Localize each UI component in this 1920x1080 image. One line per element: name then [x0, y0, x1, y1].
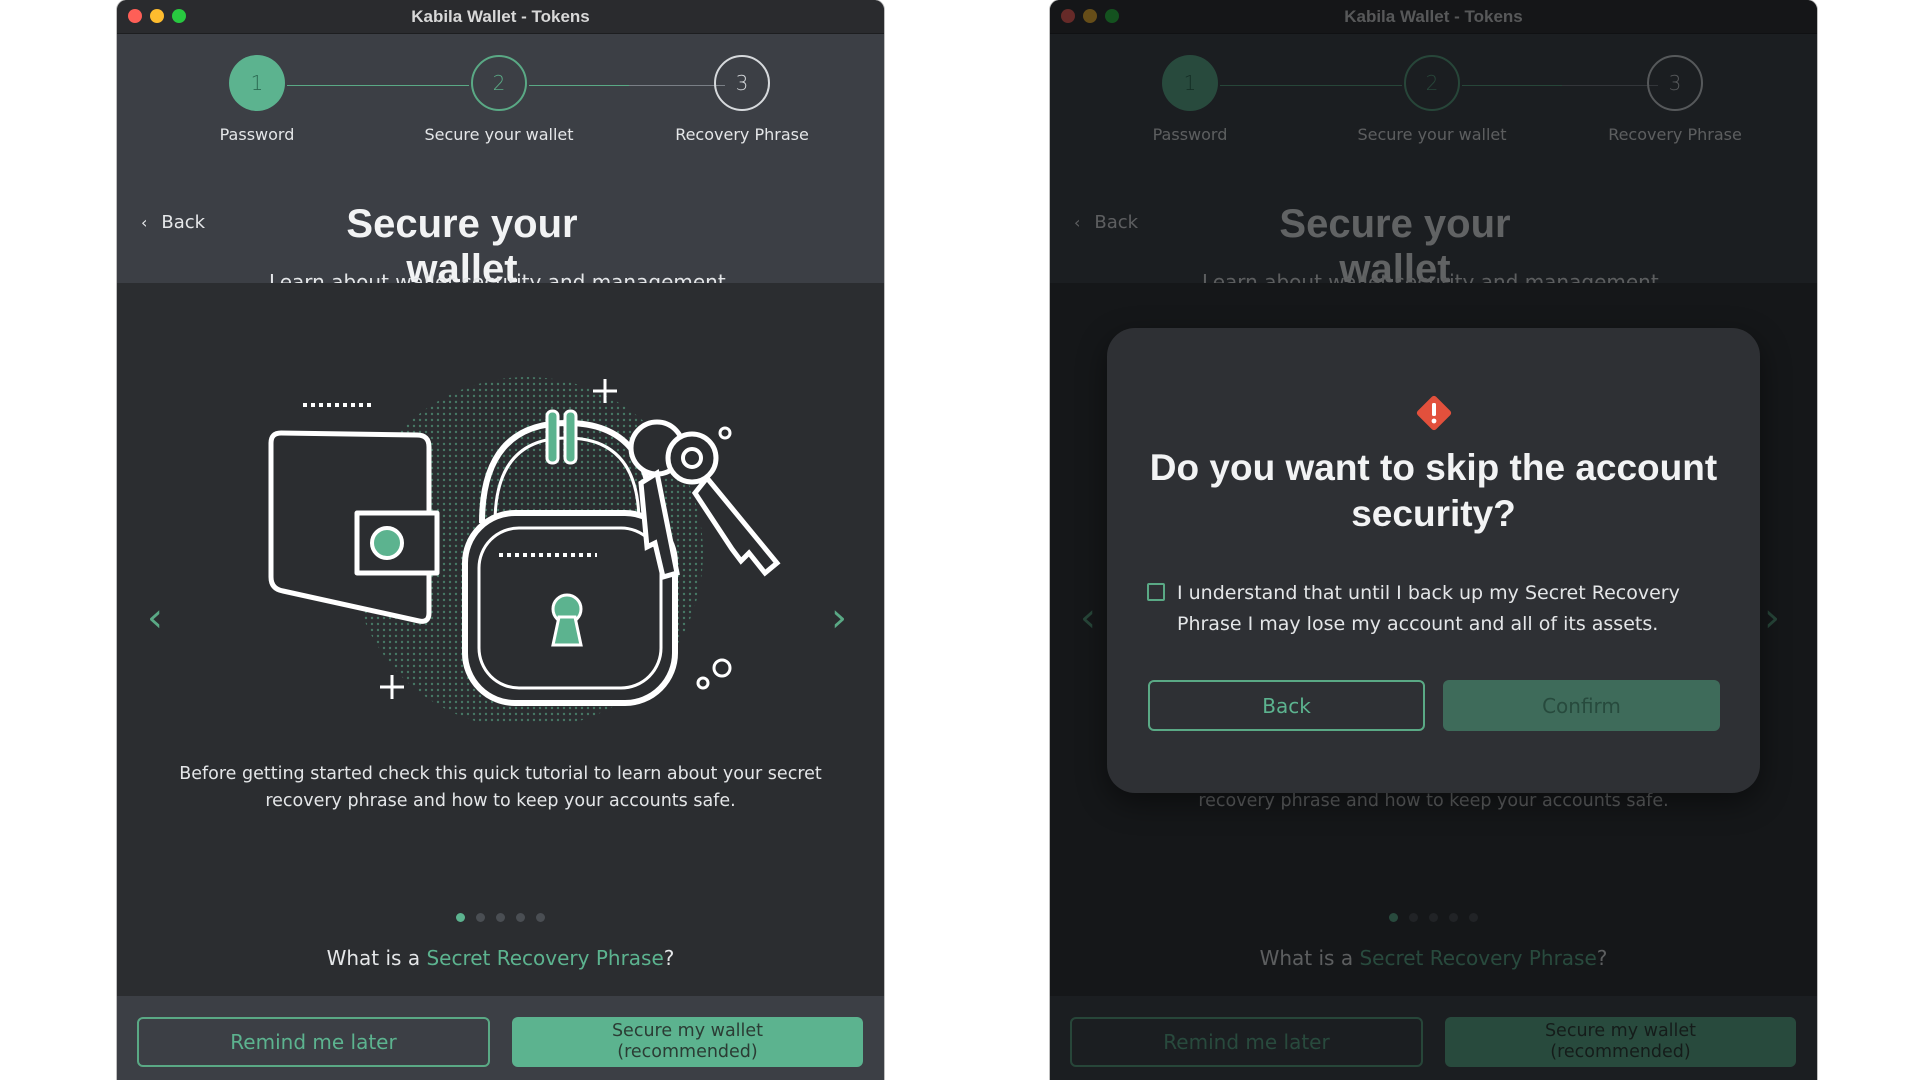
dialog-title: Do you want to skip the account security…: [1149, 447, 1718, 534]
step-number: 3: [714, 55, 770, 111]
pagination-dot[interactable]: [496, 913, 505, 922]
tutorial-description: Before getting started check this quick …: [179, 764, 822, 811]
srp-question: What is a Secret Recovery Phrase?: [117, 946, 884, 970]
page-header: 1 Password 2 Secure your wallet 3 Recove…: [117, 34, 884, 294]
close-window-button[interactable]: [128, 9, 142, 23]
pagination-dot[interactable]: [476, 913, 485, 922]
skip-security-dialog: Do you want to skip the account security…: [1107, 328, 1760, 793]
back-label: Back: [161, 212, 206, 233]
pagination-dot[interactable]: [536, 913, 545, 922]
pagination-dot[interactable]: [516, 913, 525, 922]
secure-wallet-sublabel: (recommended): [617, 1042, 758, 1062]
zoom-window-button[interactable]: [172, 9, 186, 23]
consent-row: I understand that until I back up my Sec…: [1147, 578, 1727, 640]
remind-later-button[interactable]: Remind me later: [137, 1017, 490, 1067]
step-recovery-phrase: 3 Recovery Phrase: [642, 55, 842, 144]
minimize-window-button[interactable]: [150, 9, 164, 23]
dialog-back-button[interactable]: Back: [1148, 680, 1425, 731]
question-mark: ?: [663, 946, 675, 970]
warning-diamond-icon: [1416, 395, 1452, 431]
carousel-pagination: [117, 913, 884, 922]
consent-checkbox[interactable]: [1147, 583, 1165, 601]
step-label: Recovery Phrase: [675, 125, 809, 144]
carousel-prev-button[interactable]: ‹: [147, 595, 163, 641]
wallet-lock-illustration: [268, 377, 781, 723]
pagination-dot[interactable]: [456, 913, 465, 922]
chevron-right-icon: ›: [831, 595, 847, 641]
window-title: Kabila Wallet - Tokens: [411, 6, 590, 26]
action-footer: Remind me later Secure my wallet(recomme…: [117, 996, 884, 1080]
question-text: What is a: [326, 946, 427, 970]
chevron-left-icon: ‹: [141, 213, 148, 232]
step-secure-wallet: 2 Secure your wallet: [399, 55, 599, 144]
tutorial-carousel: ‹ › Before getting started check this qu…: [117, 283, 884, 996]
carousel-next-button[interactable]: ›: [831, 595, 847, 641]
step-number: 2: [471, 55, 527, 111]
step-label: Secure your wallet: [424, 125, 574, 144]
step-password: 1 Password: [157, 55, 357, 144]
title-bar: Kabila Wallet - Tokens: [117, 0, 884, 34]
progress-stepper: 1 Password 2 Secure your wallet 3 Recove…: [117, 55, 884, 155]
step-label: Password: [219, 125, 295, 144]
window-controls: [128, 9, 186, 23]
back-link[interactable]: ‹ Back: [141, 212, 205, 233]
chevron-left-icon: ‹: [147, 595, 163, 641]
srp-link[interactable]: Secret Recovery Phrase: [426, 946, 663, 970]
wallet-window: Kabila Wallet - Tokens 1 Password 2 Secu…: [117, 0, 884, 1080]
dialog-confirm-button[interactable]: Confirm: [1443, 680, 1720, 731]
consent-text: I understand that until I back up my Sec…: [1177, 582, 1680, 635]
wallet-window-with-dialog: Kabila Wallet - Tokens 1 Password 2 Secu…: [1050, 0, 1817, 1080]
step-number: 1: [229, 55, 285, 111]
secure-wallet-label: Secure my wallet: [611, 1021, 764, 1041]
secure-wallet-button[interactable]: Secure my wallet(recommended): [512, 1017, 863, 1067]
